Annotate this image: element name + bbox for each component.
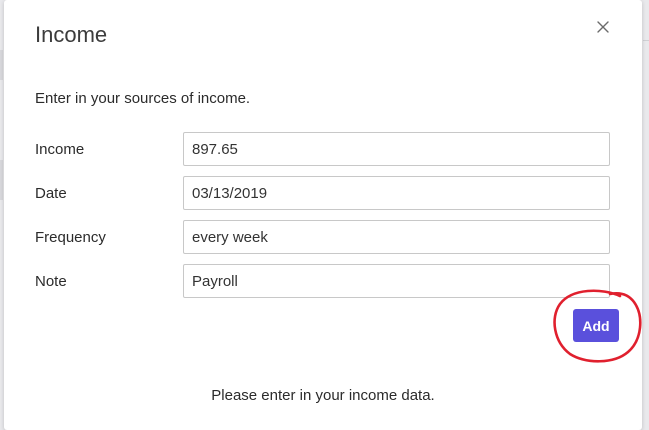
close-icon [597, 21, 609, 33]
background-fragment [643, 40, 649, 41]
note-field[interactable] [183, 264, 610, 298]
dialog-intro-text: Enter in your sources of income. [35, 90, 251, 107]
close-button[interactable] [592, 16, 614, 38]
background-fragment [0, 50, 3, 80]
frequency-field[interactable] [183, 220, 610, 254]
income-dialog: Income Enter in your sources of income. … [4, 0, 642, 430]
date-label: Date [35, 185, 67, 202]
dialog-title: Income [35, 22, 108, 47]
frequency-label: Frequency [35, 229, 106, 246]
income-field[interactable] [183, 132, 610, 166]
background-fragment [0, 160, 3, 200]
date-field[interactable] [183, 176, 610, 210]
status-message: Please enter in your income data. [211, 387, 435, 404]
add-button[interactable]: Add [573, 309, 619, 342]
income-label: Income [35, 141, 85, 158]
note-label: Note [35, 273, 67, 290]
